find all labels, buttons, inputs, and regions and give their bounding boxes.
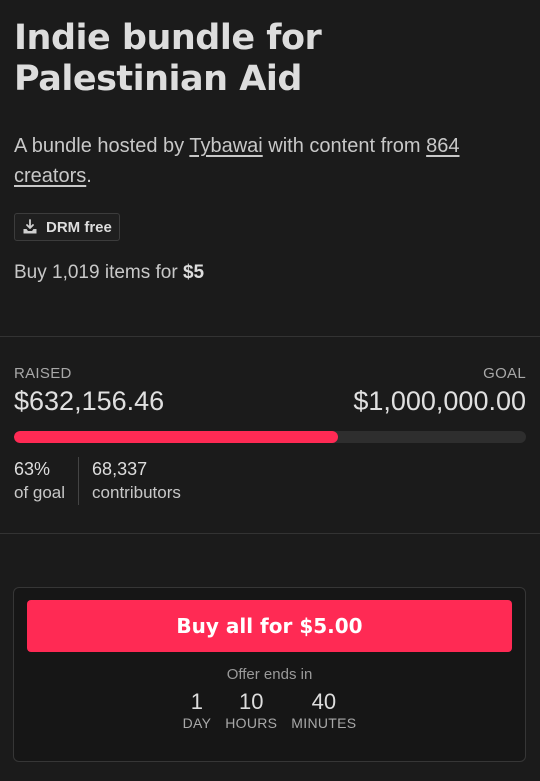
offer-ends-label: Offer ends in	[226, 666, 313, 683]
fundraising-stats: RAISED $632,156.46 GOAL $1,000,000.00 63…	[0, 337, 540, 533]
items-summary-text: Buy 1,019 items for	[14, 262, 178, 283]
countdown-days: 1 DAY	[183, 689, 212, 731]
goal-amount: $1,000,000.00	[353, 386, 526, 416]
percent-of-goal: 63% of goal	[14, 457, 80, 505]
drm-free-badge: DRM free	[14, 213, 120, 241]
page-title: Indie bundle for Palestinian Aid	[14, 18, 526, 100]
goal-block: GOAL $1,000,000.00	[353, 365, 526, 417]
countdown-days-label: DAY	[182, 715, 212, 731]
countdown-minutes: 40 MINUTES	[291, 689, 356, 731]
items-summary-price: $5	[182, 262, 205, 283]
host-link[interactable]: Tybawai	[189, 135, 262, 157]
progress-fill	[14, 431, 338, 443]
byline-middle: with content from	[268, 135, 421, 157]
percent-caption: of goal	[14, 483, 66, 502]
contributors-stat: 68,337 contributors	[79, 457, 181, 505]
drm-free-label: DRM free	[46, 218, 112, 236]
progress-bar	[14, 431, 526, 443]
items-summary: Buy 1,019 items for $5	[14, 262, 526, 284]
creators-count[interactable]: 864	[426, 135, 459, 157]
countdown: 1 DAY 10 HOURS 40 MINUTES	[27, 689, 512, 731]
purchase-card: Buy all for $5.00 Offer ends in 1 DAY 10…	[13, 587, 526, 762]
creators-word[interactable]: creators	[14, 165, 86, 187]
contributors-caption: contributors	[92, 483, 181, 502]
bundle-byline: A bundle hosted by Tybawai with content …	[14, 131, 526, 191]
byline-suffix: .	[86, 165, 92, 187]
raised-label: RAISED	[14, 365, 72, 382]
download-tray-icon	[22, 219, 38, 235]
countdown-days-value: 1	[190, 689, 204, 714]
title-line-2: Palestinian Aid	[14, 59, 302, 99]
buy-all-button[interactable]: Buy all for $5.00	[27, 600, 512, 652]
bundle-header: Indie bundle for Palestinian Aid A bundl…	[0, 0, 540, 336]
countdown-hours-label: HOURS	[225, 715, 278, 731]
countdown-hours-value: 10	[239, 689, 264, 714]
mini-stats: 63% of goal 68,337 contributors	[14, 457, 526, 505]
byline-prefix: A bundle hosted by	[14, 135, 185, 157]
countdown-minutes-value: 40	[311, 689, 337, 714]
contributors-value: 68,337	[92, 459, 148, 479]
goal-label: GOAL	[483, 365, 526, 382]
raised-block: RAISED $632,156.46	[14, 365, 164, 417]
countdown-minutes-label: MINUTES	[291, 715, 357, 731]
purchase-section: Buy all for $5.00 Offer ends in 1 DAY 10…	[0, 534, 540, 762]
countdown-hours: 10 HOURS	[225, 689, 277, 731]
percent-value: 63%	[14, 459, 51, 479]
title-line-1: Indie bundle for	[14, 18, 322, 58]
raised-amount: $632,156.46	[14, 386, 165, 416]
